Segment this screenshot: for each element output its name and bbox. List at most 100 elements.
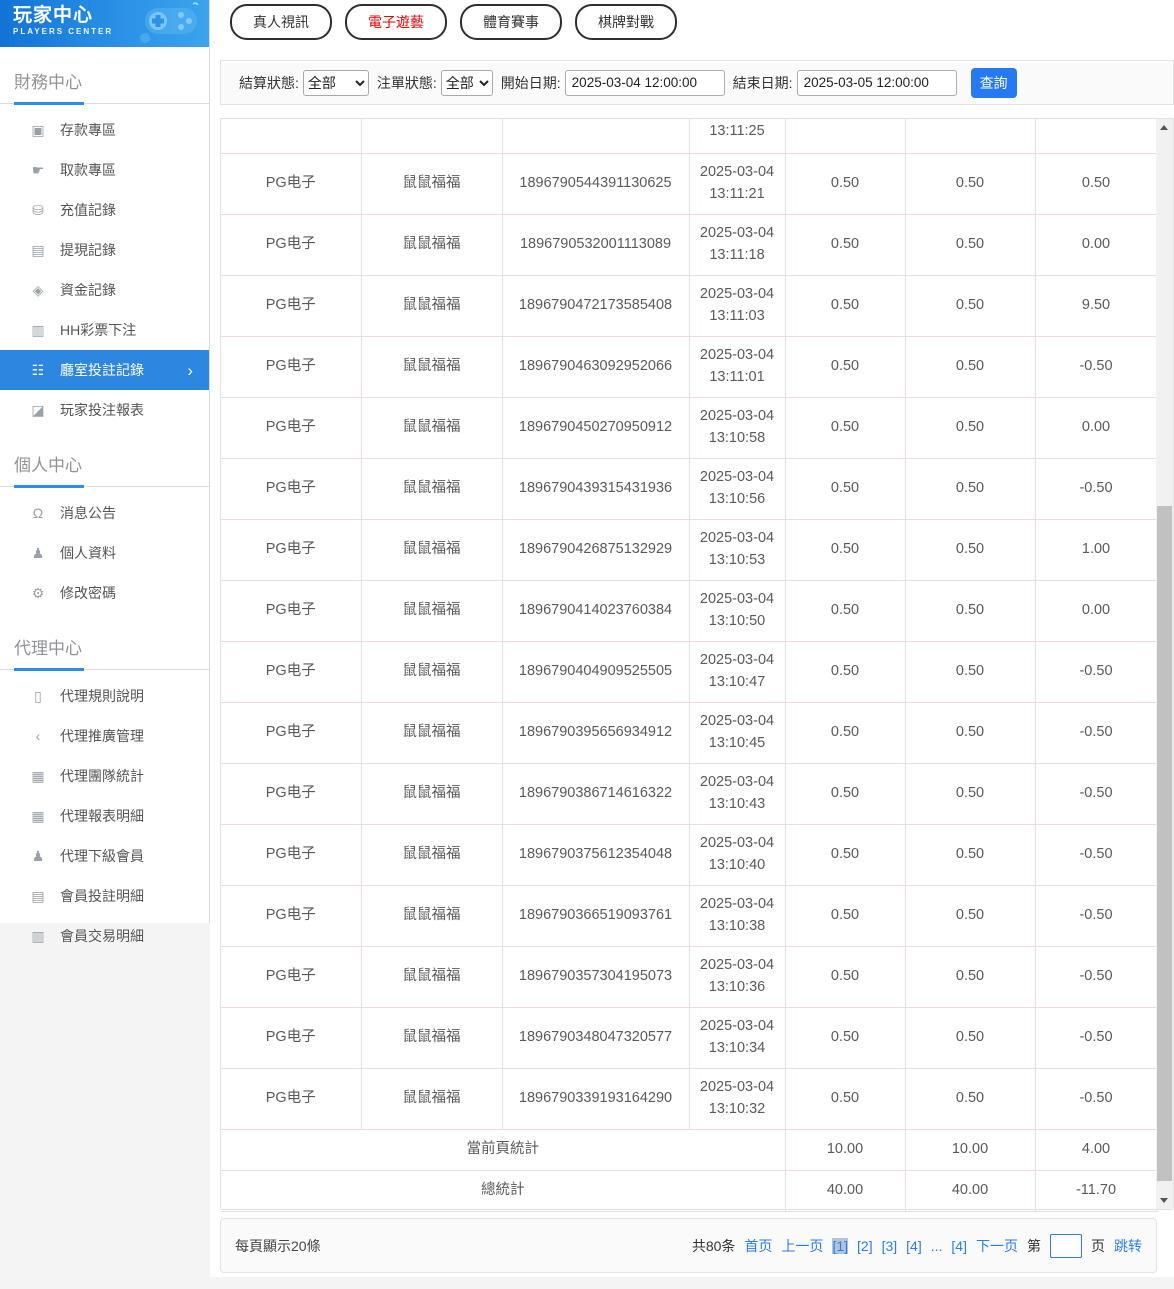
doc-icon: ▯	[34, 687, 42, 704]
table-row: PG电子 鼠鼠福福 1896790348047320577 2025-03-04 13:…	[221, 1007, 1158, 1069]
page-link-1[interactable]: [1]	[832, 1237, 849, 1254]
sidebar-item-label: 充值記錄	[60, 202, 116, 218]
first-page-link[interactable]: 首页	[744, 1236, 772, 1256]
game-name-cell: 鼠鼠福福	[361, 702, 503, 764]
win-loss-cell: -0.50	[1035, 946, 1158, 1008]
bet-amount-cell: 0.50	[785, 1007, 906, 1069]
page-link-2[interactable]: [2]	[857, 1238, 873, 1254]
scroll-up-arrow-icon[interactable]	[1156, 119, 1173, 136]
order-no-cell: 1896790339193164290	[502, 1068, 690, 1130]
bet-amount-cell: 0.50	[785, 1068, 906, 1130]
sidebar-item-label: 代理團隊統計	[60, 768, 144, 784]
bell-icon: Ω	[32, 505, 44, 521]
sidebar-item-change-password[interactable]: ⚙ 修改密碼	[0, 573, 209, 613]
clipboard-icon: ▤	[31, 887, 45, 904]
tab-live-video[interactable]: 真人視訊	[230, 4, 332, 40]
win-loss-cell: 0.50	[1035, 153, 1158, 215]
next-page-link[interactable]: 下一页	[976, 1236, 1018, 1256]
page-ellipsis: ...	[930, 1237, 943, 1254]
settle-status-select[interactable]: 全部	[302, 69, 369, 96]
end-date-input[interactable]	[796, 69, 957, 96]
sidebar-item-label: HH彩票下注	[60, 322, 137, 338]
sidebar-item-label: 取款專區	[60, 162, 116, 178]
jump-button[interactable]: 跳转	[1114, 1236, 1142, 1256]
scrollbar-thumb[interactable]	[1157, 506, 1172, 1181]
query-button[interactable]: 查詢	[970, 67, 1017, 98]
sidebar-item-hh-lottery-bets[interactable]: ▥ HH彩票下注	[0, 310, 209, 350]
sidebar-item-withdraw[interactable]: ☛ 取款專區	[0, 150, 209, 190]
end-date-label: 結束日期:	[732, 74, 793, 91]
bet-time-cell: 2025-03-04 13:11:03	[689, 275, 786, 337]
report-chart-icon: ◪	[31, 401, 45, 418]
sidebar-item-deposit[interactable]: ▣ 存款專區	[0, 110, 209, 150]
table-row: PG电子 鼠鼠福福 1896790472173585408 2025-03-04 13:…	[221, 275, 1158, 337]
sidebar-item-profile[interactable]: ♟ 個人資料	[0, 533, 209, 573]
valid-bet-cell: 0.50	[905, 214, 1036, 276]
settle-status-label: 結算狀態:	[239, 74, 299, 91]
tab-electronic-games[interactable]: 電子遊藝	[345, 4, 447, 40]
bet-amount-cell: 0.50	[785, 275, 906, 337]
sidebar-item-label: 代理推廣管理	[60, 728, 144, 744]
order-no-cell: 1896790450270950912	[502, 397, 690, 459]
tab-board-card-battle[interactable]: 棋牌對戰	[575, 4, 677, 40]
table-row: PG电子 鼠鼠福福 1896790357304195073 2025-03-04 13:…	[221, 946, 1158, 1008]
sidebar-item-player-bet-report[interactable]: ◪ 玩家投注報表	[0, 390, 209, 430]
valid-bet-cell: 0.50	[905, 275, 1036, 337]
table-row-partial: 13:11:25	[221, 119, 1158, 154]
news-icon: ▦	[31, 807, 45, 824]
scroll-down-arrow-icon[interactable]	[1156, 1192, 1173, 1209]
prev-page-link[interactable]: 上一页	[781, 1236, 823, 1256]
game-name-cell: 鼠鼠福福	[361, 763, 503, 825]
bet-time-cell: 2025-03-04 13:10:38	[689, 885, 786, 947]
jump-page-input[interactable]	[1050, 1233, 1082, 1258]
total-stats-row: 總統計 40.00 40.00 -11.70	[221, 1170, 1158, 1212]
sidebar-item-agent-report-details[interactable]: ▦ 代理報表明細	[0, 796, 209, 836]
sidebar-item-recharge-records[interactable]: ⛁ 充值記錄	[0, 190, 209, 230]
win-loss-cell: -0.50	[1035, 641, 1158, 703]
sidebar-item-withdrawal-records[interactable]: ▤ 提現記錄	[0, 230, 209, 270]
valid-bet-cell: 0.50	[905, 153, 1036, 215]
order-no-cell: 1896790532001113089	[502, 214, 690, 276]
page-link-4[interactable]: [4]	[906, 1238, 922, 1254]
bet-time-cell: 2025-03-04 13:10:53	[689, 519, 786, 581]
share-icon: ‹	[35, 728, 41, 744]
table-row: PG电子 鼠鼠福福 1896790386714616322 2025-03-04 13:…	[221, 763, 1158, 825]
sidebar-section-title: 財務中心	[14, 73, 82, 92]
platform-cell: PG电子	[221, 580, 362, 642]
valid-bet-cell: 0.50	[905, 702, 1036, 764]
start-date-input[interactable]	[564, 69, 725, 96]
sidebar-item-label: 資金記錄	[60, 282, 116, 298]
recharge-bag-icon: ⛁	[32, 201, 44, 218]
table-row: PG电子 鼠鼠福福 1896790544391130625 2025-03-04 13:…	[221, 153, 1158, 215]
page-link-6[interactable]: [4]	[951, 1238, 967, 1254]
platform-cell: PG电子	[221, 214, 362, 276]
user-icon: ♟	[31, 544, 45, 561]
sidebar-item-agent-promotion[interactable]: ‹ 代理推廣管理	[0, 716, 209, 756]
sidebar-item-announcements[interactable]: Ω 消息公告	[0, 493, 209, 533]
sidebar-item-agent-sub-members[interactable]: ♟ 代理下級會員	[0, 836, 209, 876]
win-loss-cell: 1.00	[1035, 519, 1158, 581]
jump-suffix-label: 页	[1091, 1237, 1105, 1254]
win-loss-cell	[1035, 119, 1158, 154]
platform-cell: PG电子	[221, 397, 362, 459]
bet-records-table: 13:11:25 PG电子 鼠鼠福福 1896790544391130625 2025-…	[221, 119, 1158, 1212]
sidebar-item-agent-rules[interactable]: ▯ 代理規則說明	[0, 676, 209, 716]
sidebar-item-agent-team-stats[interactable]: ▦ 代理團隊統計	[0, 756, 209, 796]
valid-bet-cell: 0.50	[905, 580, 1036, 642]
sidebar-item-label: 會員投註明細	[60, 888, 144, 904]
bet-time-cell: 2025-03-04 13:10:36	[689, 946, 786, 1008]
valid-bet-cell: 0.50	[905, 1007, 1036, 1069]
win-loss-cell: -0.50	[1035, 702, 1158, 764]
tab-sports-events[interactable]: 體育賽事	[460, 4, 562, 40]
sidebar-item-room-bet-records[interactable]: ☷ 廳室投註記錄 ›	[0, 350, 209, 390]
current-page-stats-row: 當前頁統計 10.00 10.00 4.00	[221, 1129, 1158, 1171]
page-link-3[interactable]: [3]	[882, 1238, 898, 1254]
bet-status-select[interactable]: 全部	[440, 69, 493, 96]
lottery-list-icon: ▥	[31, 321, 45, 338]
order-no-cell: 1896790414023760384	[502, 580, 690, 642]
sidebar-item-member-transaction-details[interactable]: ▥ 會員交易明細	[0, 916, 209, 956]
sidebar-item-member-bet-details[interactable]: ▤ 會員投註明細	[0, 876, 209, 916]
table-scrollbar[interactable]	[1156, 119, 1173, 1209]
sidebar-item-funds-records[interactable]: ◈ 資金記錄	[0, 270, 209, 310]
bet-time-cell: 2025-03-04 13:11:01	[689, 336, 786, 398]
